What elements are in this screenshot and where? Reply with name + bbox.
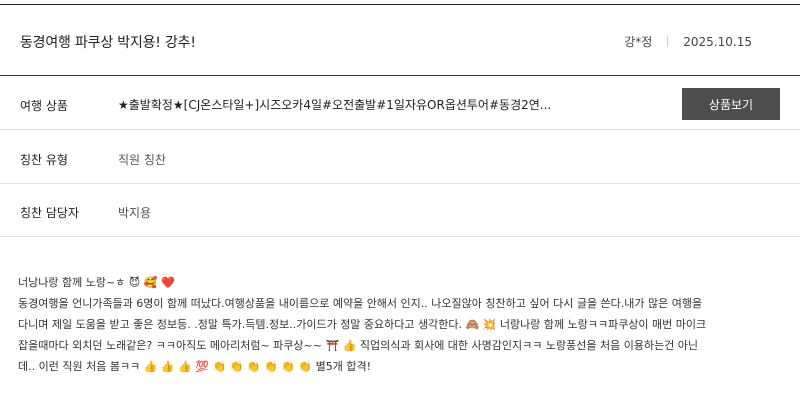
review-body-line: 너낭나랑 함께 노랑~ㅎ 😈 🥰 ❤️ xyxy=(18,276,175,289)
review-body-line: 잡을때마다 외치던 노래같은? ㅋㅋ아직도 메아리처럼~ 파쿠상~~ ⛩️ 👍 … xyxy=(18,339,699,352)
praise-staff-label: 칭찬 담당자 xyxy=(20,206,80,220)
review-author: 강*정 xyxy=(624,35,653,49)
praise-type-row: 칭찬 유형 직원 칭찬 xyxy=(0,130,800,184)
review-title: 동경여행 파쿠상 박지용! 강추! xyxy=(20,35,196,51)
review-body: 너낭나랑 함께 노랑~ㅎ 😈 🥰 ❤️ 동경여행을 언니가족들과 6명이 함께 … xyxy=(18,272,786,377)
review-body-line: 다니며 제일 도움을 받고 좋은 정보등. .정말 특가.득템.정보..가이드가… xyxy=(18,318,707,331)
review-detail: 동경여행 파쿠상 박지용! 강추! 강*정 2025.10.15 여행 상품 ★… xyxy=(0,0,800,407)
praise-type-label: 칭찬 유형 xyxy=(20,153,68,167)
review-body-line: 데.. 이런 직원 처음 봄ㅋㅋ 👍 👍 👍 💯 👏 👏 👏 👏 👏 👏 별5개… xyxy=(18,360,371,373)
review-meta: 강*정 2025.10.15 xyxy=(624,33,752,50)
review-body-line: 동경여행을 언니가족들과 6명이 함께 떠났다.여행상품을 내이름으로 예약을 … xyxy=(18,297,703,310)
praise-staff-row: 칭찬 담당자 박지용 xyxy=(0,184,800,237)
praise-staff-value: 박지용 xyxy=(118,206,152,220)
praise-type-value: 직원 칭찬 xyxy=(118,153,166,167)
view-product-button[interactable]: 상품보기 xyxy=(682,88,780,120)
product-row: 여행 상품 ★출발확정★[CJ온스타일+]시즈오카4일#오전출발#1일자유OR옵… xyxy=(0,76,800,130)
product-name[interactable]: ★출발확정★[CJ온스타일+]시즈오카4일#오전출발#1일자유OR옵션투어#동경… xyxy=(118,96,551,113)
meta-divider xyxy=(667,36,669,47)
product-label: 여행 상품 xyxy=(20,99,68,113)
review-date: 2025.10.15 xyxy=(683,34,752,49)
review-header: 동경여행 파쿠상 박지용! 강추! 강*정 2025.10.15 xyxy=(0,5,800,76)
